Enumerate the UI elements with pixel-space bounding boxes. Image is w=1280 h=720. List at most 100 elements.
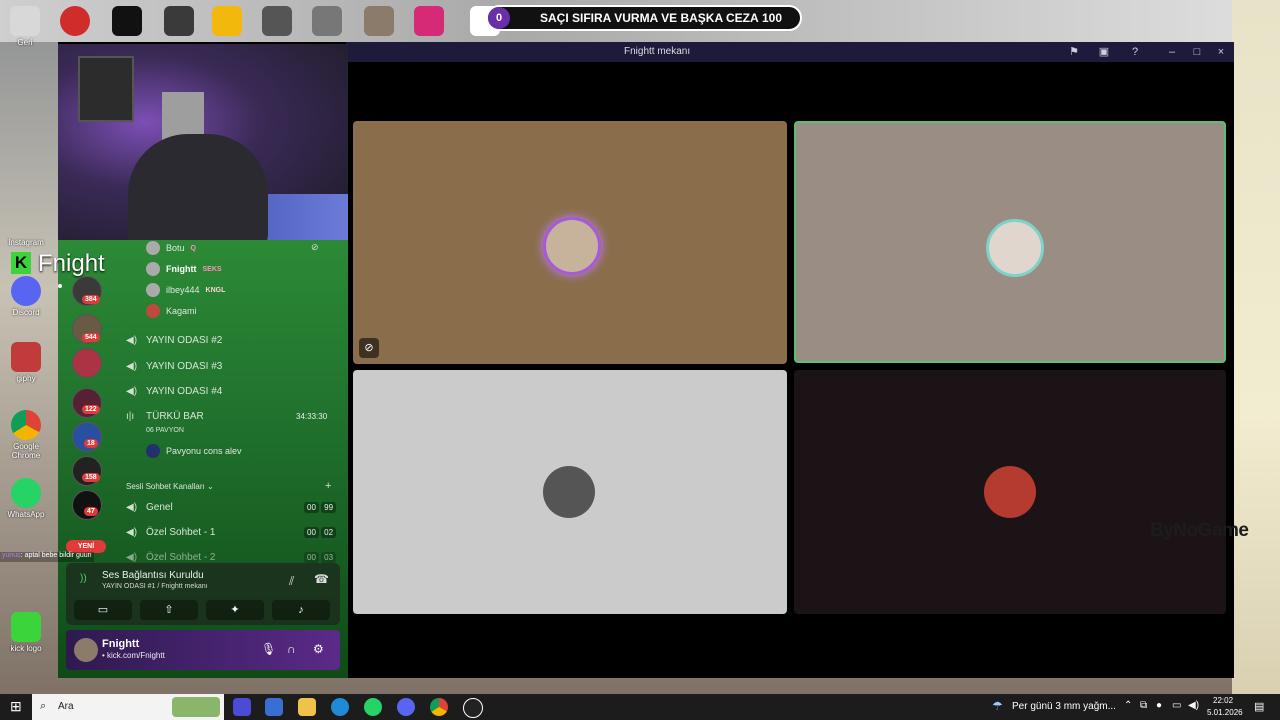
popout-icon[interactable]: ▣	[1096, 44, 1112, 60]
add-channel-icon[interactable]: +	[325, 480, 331, 492]
obs-icon[interactable]	[463, 698, 483, 718]
voice-member[interactable]: Fnightt SEKS	[146, 261, 222, 277]
minimize-icon[interactable]: –	[1164, 44, 1180, 60]
capcut-icon[interactable]	[112, 6, 142, 36]
desktop-icon-label: giphy	[16, 374, 36, 383]
notification-icon[interactable]: ▤	[1254, 700, 1264, 713]
voice-tile-3[interactable]	[353, 370, 787, 614]
webcam-person	[128, 134, 268, 240]
participant-avatar	[543, 466, 595, 518]
store-icon[interactable]	[265, 698, 283, 716]
channel-name: YAYIN ODASI #2	[146, 334, 223, 346]
user-panel	[66, 630, 340, 670]
desktop-icon-whatsapp[interactable]: WhatsApp	[0, 478, 54, 519]
desktop-icon-giphy[interactable]: giphy	[0, 342, 54, 383]
settings-icon[interactable]: ⚙	[313, 642, 324, 656]
server-badge: 544	[82, 333, 100, 342]
app-icon-3[interactable]	[164, 6, 194, 36]
voice-member[interactable]: ilbey444 KNGL	[146, 282, 225, 298]
voice-tile-1[interactable]: ⊘	[353, 121, 787, 364]
voice-member[interactable]: Kagami	[146, 303, 197, 319]
sponsor-logo: ByNoGame	[1150, 520, 1249, 541]
copilot-icon[interactable]	[233, 698, 251, 716]
voice-member[interactable]: Pavyonu cons alev	[146, 443, 242, 459]
participant-avatar	[986, 219, 1044, 277]
member-tag: Q	[190, 244, 196, 252]
noise-suppression-icon[interactable]: ⫽	[289, 574, 294, 589]
voice-channel[interactable]: ◀) Genel	[126, 498, 173, 516]
tray-icon[interactable]: ⧉	[1140, 700, 1147, 711]
volume-icon[interactable]: ◀)	[1188, 700, 1199, 711]
app-icon-1[interactable]	[60, 6, 90, 36]
clock-date[interactable]: 5.01.2026	[1207, 708, 1243, 717]
discord-taskbar-icon[interactable]	[397, 698, 415, 716]
search-highlight-icon	[172, 697, 220, 717]
headphones-icon[interactable]: ∩	[287, 642, 296, 656]
desktop-icon-chrome[interactable]: Google Chrome	[0, 410, 54, 460]
microphone-tray-icon[interactable]: ●	[1156, 700, 1162, 711]
voice-channel[interactable]: ◀) YAYIN ODASI #3	[126, 357, 222, 375]
stage-channel[interactable]: ı|ı TÜRKÜ BAR	[126, 407, 204, 425]
server-badge: 47	[84, 507, 98, 516]
channel-name: TÜRKÜ BAR	[146, 410, 204, 422]
search-placeholder: Ara	[58, 701, 74, 712]
kick-icon	[11, 612, 41, 642]
voice-tile-4[interactable]	[794, 370, 1226, 614]
voice-tile-2-speaking[interactable]	[794, 121, 1226, 363]
soundboard-button[interactable]: ♪	[272, 600, 330, 620]
signal-icon[interactable]: ))	[80, 573, 87, 584]
maximize-icon[interactable]: □	[1189, 44, 1205, 60]
member-name: Fnightt	[166, 264, 197, 274]
discord-titlebar: Fnightt mekanı ⚑ ▣ ? – □ ×	[346, 42, 1234, 62]
weather-icon: ☂	[992, 699, 1003, 713]
file-explorer-icon[interactable]	[298, 698, 316, 716]
member-name: Botu	[166, 243, 185, 253]
camera-off-button[interactable]: ▭	[74, 600, 132, 620]
mute-icon: ⊘	[311, 242, 319, 252]
microphone-icon[interactable]: 🎙	[261, 642, 276, 656]
count-limit: 03	[321, 552, 337, 563]
count-limit: 02	[321, 527, 337, 538]
voice-channel[interactable]: ◀) YAYIN ODASI #4	[126, 382, 222, 400]
search-icon: ⌕	[40, 700, 47, 712]
channel-timer: 34:33:30	[296, 412, 328, 421]
tray-overflow-icon[interactable]: ⌃	[1124, 700, 1132, 711]
voice-channel-path[interactable]: YAYIN ODASI #1 / Fnightt mekanı	[102, 583, 208, 590]
app-icon-7[interactable]	[364, 6, 394, 36]
desktop-icon-instagram[interactable]: Instagram	[0, 238, 54, 247]
avatar[interactable]	[74, 638, 98, 662]
whatsapp-taskbar-icon[interactable]	[364, 698, 382, 716]
chrome-taskbar-icon[interactable]	[430, 698, 448, 716]
instagram-icon[interactable]	[414, 6, 444, 36]
goal-current: 0	[488, 7, 510, 29]
disconnect-icon[interactable]: ☎	[314, 572, 329, 586]
video-off-icon[interactable]: ⊘	[359, 338, 379, 358]
recycle-bin-icon[interactable]	[10, 6, 40, 36]
activities-button[interactable]: ✦	[206, 600, 264, 620]
chevron-down-icon: ⌄	[206, 482, 214, 491]
chat-message: yunus: aptal bebe bildir guun	[0, 552, 94, 562]
server-icon[interactable]	[72, 348, 102, 378]
network-icon[interactable]: ▭	[1172, 700, 1181, 711]
edge-icon[interactable]	[331, 698, 349, 716]
member-tag: SEKS	[202, 265, 222, 273]
windows-start-icon[interactable]: ⊞	[10, 698, 22, 715]
voice-channel[interactable]: ◀) Özel Sohbet - 1	[126, 523, 215, 541]
close-icon[interactable]: ×	[1213, 44, 1229, 60]
app-icon-6[interactable]	[312, 6, 342, 36]
speaker-icon: ◀)	[126, 501, 138, 513]
screen-share-button[interactable]: ⇧	[140, 600, 198, 620]
help-icon[interactable]: ?	[1127, 44, 1143, 60]
category-header[interactable]: Sesli Sohbet Kanalları ⌄	[126, 482, 214, 491]
weather-text[interactable]: Per günü 3 mm yağm...	[1012, 701, 1116, 712]
desktop-icon-discord[interactable]: Discord	[0, 276, 54, 317]
member-avatar	[146, 444, 160, 458]
channel-name: Genel	[146, 501, 173, 513]
app-icon-5[interactable]	[262, 6, 292, 36]
rockstar-icon[interactable]	[212, 6, 242, 36]
clock-time[interactable]: 22:02	[1213, 696, 1233, 705]
voice-channel[interactable]: ◀) YAYIN ODASI #2	[126, 331, 222, 349]
desktop-icon-kick[interactable]: kick logo	[0, 612, 54, 653]
flag-icon[interactable]: ⚑	[1066, 44, 1082, 60]
voice-member[interactable]: Botu Q	[146, 240, 196, 256]
